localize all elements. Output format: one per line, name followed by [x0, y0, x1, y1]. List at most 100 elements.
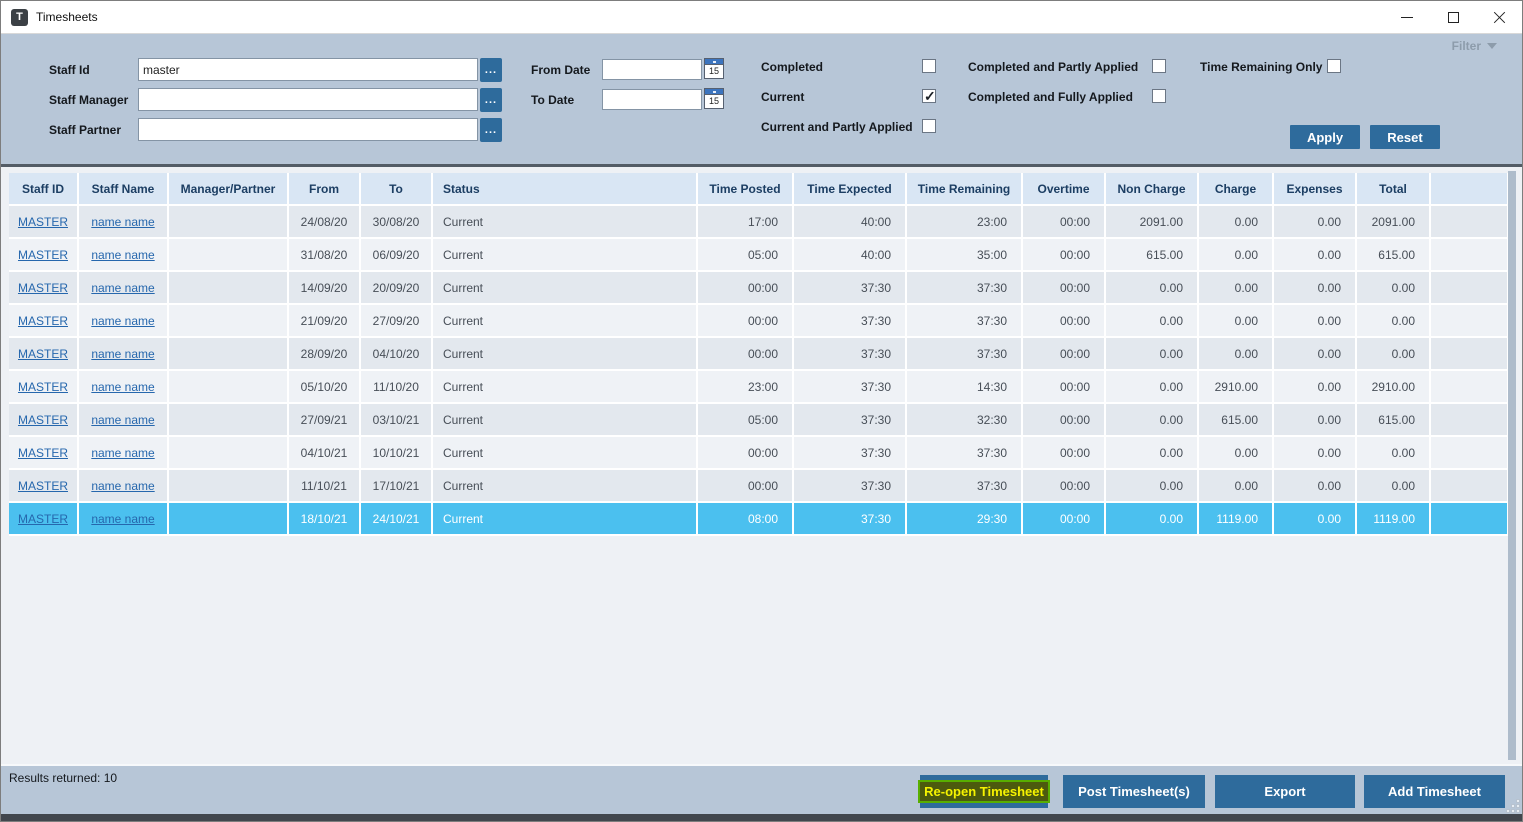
staff-id-link[interactable]: MASTER — [18, 281, 68, 295]
cell-charge: 2910.00 — [1199, 371, 1274, 404]
cell-time-remaining: 32:30 — [907, 404, 1023, 437]
cell-charge: 0.00 — [1199, 272, 1274, 305]
cell-time-posted: 05:00 — [698, 239, 794, 272]
cell-staff-id: MASTER — [9, 503, 79, 536]
col-header-staff-name[interactable]: Staff Name — [79, 173, 169, 206]
close-button[interactable] — [1476, 1, 1522, 33]
col-header-time-remaining[interactable]: Time Remaining — [907, 173, 1023, 206]
table-row[interactable]: MASTER name name 24/08/20 30/08/20 Current 17… — [9, 206, 1509, 239]
staff-id-link[interactable]: MASTER — [18, 314, 68, 328]
table-row[interactable]: MASTER name name 04/10/21 10/10/21 Current 00… — [9, 437, 1509, 470]
staff-manager-browse-button[interactable]: ... — [480, 88, 502, 112]
staff-id-link[interactable]: MASTER — [18, 479, 68, 493]
col-header-non-charge[interactable]: Non Charge — [1106, 173, 1199, 206]
table-row[interactable]: MASTER name name 18/10/21 24/10/21 Current 08… — [9, 503, 1509, 536]
resize-grip-icon[interactable] — [1505, 798, 1519, 812]
cell-manager-partner — [169, 404, 289, 437]
completed-checkbox[interactable] — [922, 59, 936, 73]
cell-time-posted: 17:00 — [698, 206, 794, 239]
vertical-scrollbar[interactable] — [1508, 171, 1516, 760]
staff-id-browse-button[interactable]: ... — [480, 58, 502, 82]
staff-name-link[interactable]: name name — [91, 413, 154, 427]
cell-to: 24/10/21 — [361, 503, 433, 536]
staff-id-input[interactable] — [138, 58, 478, 81]
staff-name-link[interactable]: name name — [91, 512, 154, 526]
cell-from: 14/09/20 — [289, 272, 361, 305]
cell-from: 11/10/21 — [289, 470, 361, 503]
col-header-from[interactable]: From — [289, 173, 361, 206]
staff-id-link[interactable]: MASTER — [18, 446, 68, 460]
col-header-expenses[interactable]: Expenses — [1274, 173, 1357, 206]
cell-expenses: 0.00 — [1274, 338, 1357, 371]
table-row[interactable]: MASTER name name 05/10/20 11/10/20 Current 23… — [9, 371, 1509, 404]
table-row[interactable]: MASTER name name 11/10/21 17/10/21 Current 00… — [9, 470, 1509, 503]
staff-name-link[interactable]: name name — [91, 479, 154, 493]
col-header-status[interactable]: Status — [433, 173, 698, 206]
staff-id-link[interactable]: MASTER — [18, 215, 68, 229]
staff-partner-browse-button[interactable]: ... — [480, 118, 502, 142]
col-header-time-expected[interactable]: Time Expected — [794, 173, 907, 206]
table-row[interactable]: MASTER name name 21/09/20 27/09/20 Current 00… — [9, 305, 1509, 338]
reset-button[interactable]: Reset — [1370, 125, 1440, 149]
cell-overtime: 00:00 — [1023, 371, 1106, 404]
to-date-input[interactable] — [602, 89, 702, 110]
staff-name-link[interactable]: name name — [91, 380, 154, 394]
col-header-total[interactable]: Total — [1357, 173, 1431, 206]
col-header-time-posted[interactable]: Time Posted — [698, 173, 794, 206]
col-header-overtime[interactable]: Overtime — [1023, 173, 1106, 206]
from-date-calendar-icon[interactable]: 15 — [704, 58, 724, 79]
cell-total: 615.00 — [1357, 404, 1431, 437]
table-row[interactable]: MASTER name name 14/09/20 20/09/20 Current 00… — [9, 272, 1509, 305]
staff-manager-input[interactable] — [138, 88, 478, 111]
col-header-charge[interactable]: Charge — [1199, 173, 1274, 206]
col-header-staff-id[interactable]: Staff ID — [9, 173, 79, 206]
maximize-button[interactable] — [1430, 1, 1476, 33]
completed-fully-applied-checkbox[interactable] — [1152, 89, 1166, 103]
cell-staff-id: MASTER — [9, 470, 79, 503]
add-timesheet-button[interactable]: Add Timesheet — [1364, 775, 1505, 808]
staff-id-link[interactable]: MASTER — [18, 512, 68, 526]
results-count: Results returned: 10 — [9, 771, 118, 785]
from-date-input[interactable] — [602, 59, 702, 80]
cell-to: 04/10/20 — [361, 338, 433, 371]
filter-collapse-toggle[interactable]: Filter — [1452, 39, 1497, 53]
staff-name-link[interactable]: name name — [91, 347, 154, 361]
cell-expenses: 0.00 — [1274, 437, 1357, 470]
table-row[interactable]: MASTER name name 28/09/20 04/10/20 Current 00… — [9, 338, 1509, 371]
staff-id-link[interactable]: MASTER — [18, 380, 68, 394]
completed-partly-applied-checkbox[interactable] — [1152, 59, 1166, 73]
reopen-timesheet-highlight: Re-open Timesheet — [918, 780, 1050, 803]
cell-status: Current — [433, 305, 698, 338]
cell-from: 24/08/20 — [289, 206, 361, 239]
staff-name-link[interactable]: name name — [91, 314, 154, 328]
to-date-calendar-icon[interactable]: 15 — [704, 88, 724, 109]
post-timesheets-button[interactable]: Post Timesheet(s) — [1063, 775, 1205, 808]
staff-id-link[interactable]: MASTER — [18, 248, 68, 262]
staff-partner-input[interactable] — [138, 118, 478, 141]
col-header-manager-partner[interactable]: Manager/Partner — [169, 173, 289, 206]
cell-manager-partner — [169, 239, 289, 272]
staff-name-link[interactable]: name name — [91, 281, 154, 295]
cell-manager-partner — [169, 338, 289, 371]
staff-name-link[interactable]: name name — [91, 248, 154, 262]
staff-name-link[interactable]: name name — [91, 446, 154, 460]
current-partly-applied-checkbox[interactable] — [922, 119, 936, 133]
table-row[interactable]: MASTER name name 27/09/21 03/10/21 Current 05… — [9, 404, 1509, 437]
footer-bar: Results returned: 10 Re-open Timesheet P… — [1, 764, 1522, 814]
export-button[interactable]: Export — [1215, 775, 1355, 808]
cell-staff-name: name name — [79, 272, 169, 305]
cell-staff-name: name name — [79, 503, 169, 536]
cell-overtime: 00:00 — [1023, 437, 1106, 470]
staff-id-link[interactable]: MASTER — [18, 413, 68, 427]
table-row[interactable]: MASTER name name 31/08/20 06/09/20 Current 05… — [9, 239, 1509, 272]
current-checkbox[interactable] — [922, 88, 936, 105]
reopen-timesheet-button[interactable]: Re-open Timesheet — [918, 775, 1050, 808]
col-header-to[interactable]: To — [361, 173, 433, 206]
staff-name-link[interactable]: name name — [91, 215, 154, 229]
cell-to: 10/10/21 — [361, 437, 433, 470]
minimize-button[interactable] — [1384, 1, 1430, 33]
time-remaining-only-checkbox[interactable] — [1327, 59, 1341, 73]
staff-id-link[interactable]: MASTER — [18, 347, 68, 361]
apply-button[interactable]: Apply — [1290, 125, 1360, 149]
cell-overtime: 00:00 — [1023, 404, 1106, 437]
